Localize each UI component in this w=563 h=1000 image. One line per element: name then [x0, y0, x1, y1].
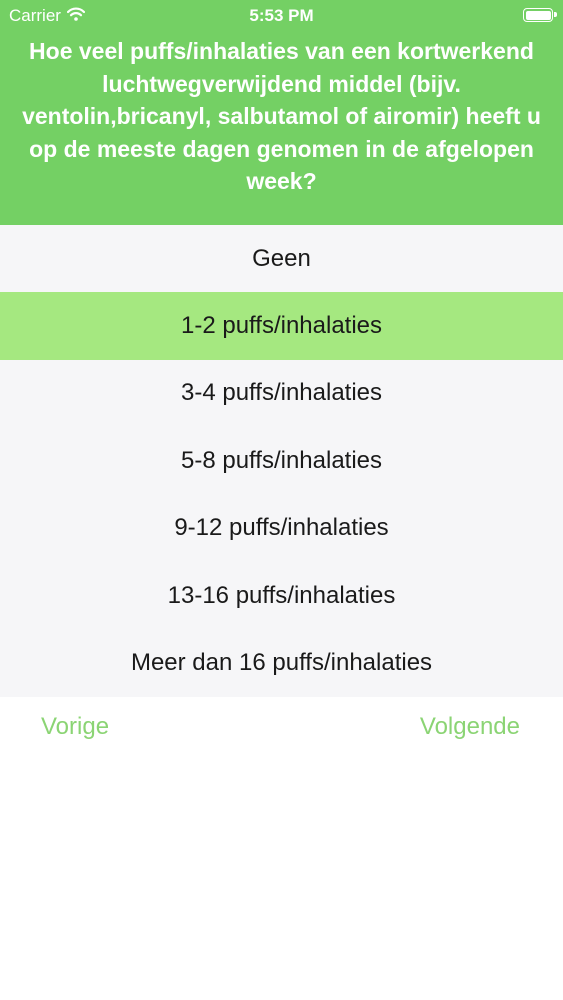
status-bar: Carrier 5:53 PM	[0, 0, 563, 32]
status-time: 5:53 PM	[249, 6, 314, 25]
answer-option[interactable]: 13-16 puffs/inhalaties	[0, 562, 563, 629]
battery-level	[525, 10, 551, 20]
question-header: Carrier 5:53 PM Hoe veel puffs/inhalatie…	[0, 0, 563, 225]
answer-option[interactable]: 1-2 puffs/inhalaties	[0, 292, 563, 360]
previous-button[interactable]: Vorige	[41, 713, 109, 741]
answer-options-list: Geen 1-2 puffs/inhalaties 3-4 puffs/inha…	[0, 225, 563, 697]
answer-option[interactable]: 9-12 puffs/inhalaties	[0, 495, 563, 562]
answer-option[interactable]: Meer dan 16 puffs/inhalaties	[0, 629, 563, 696]
next-button[interactable]: Volgende	[420, 713, 520, 741]
answer-option[interactable]: Geen	[0, 225, 563, 292]
battery-icon	[523, 8, 557, 22]
question-text: Hoe veel puffs/inhalaties van een kortwe…	[22, 38, 541, 195]
answer-option[interactable]: 5-8 puffs/inhalaties	[0, 427, 563, 494]
answer-option[interactable]: 3-4 puffs/inhalaties	[0, 360, 563, 427]
